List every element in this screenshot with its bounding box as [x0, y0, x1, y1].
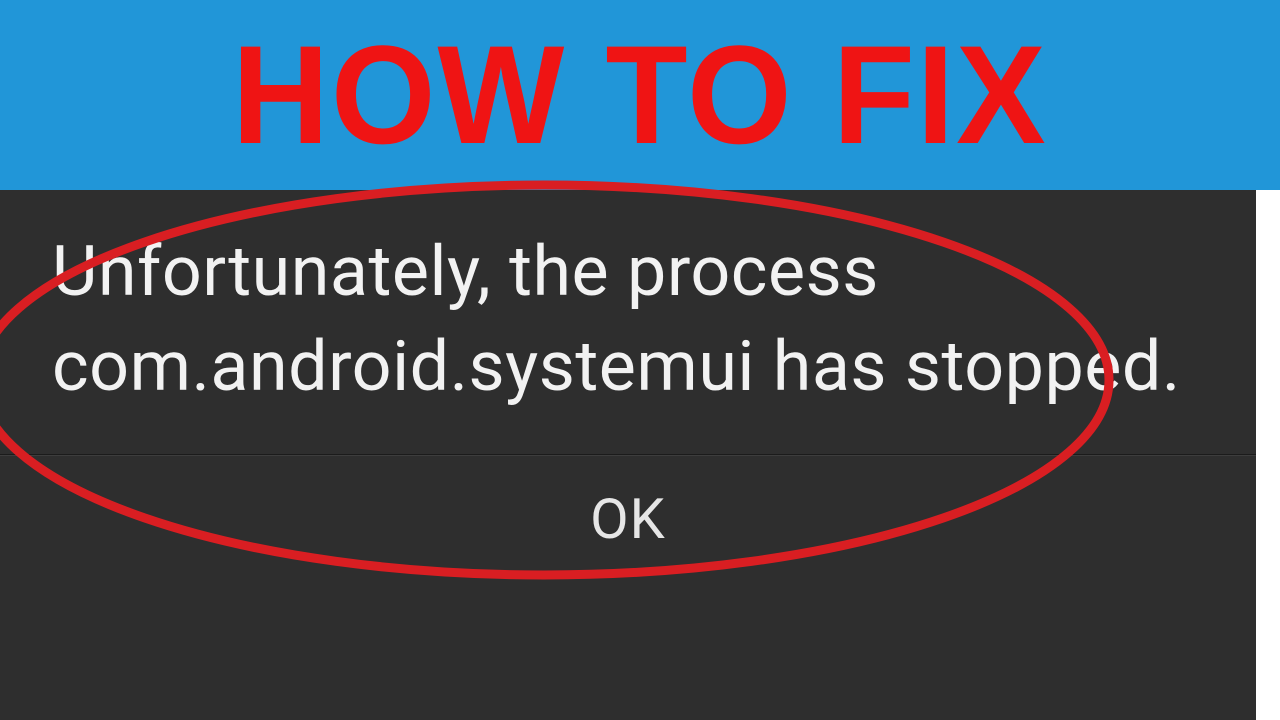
banner-title: HOW TO FIX: [232, 25, 1048, 165]
dialog-message: Unfortunately, the process com.android.s…: [0, 190, 1256, 454]
ok-button[interactable]: OK: [0, 456, 1256, 592]
error-dialog: Unfortunately, the process com.android.s…: [0, 190, 1256, 720]
banner: HOW TO FIX: [0, 0, 1280, 190]
dialog-area: Unfortunately, the process com.android.s…: [0, 190, 1280, 720]
